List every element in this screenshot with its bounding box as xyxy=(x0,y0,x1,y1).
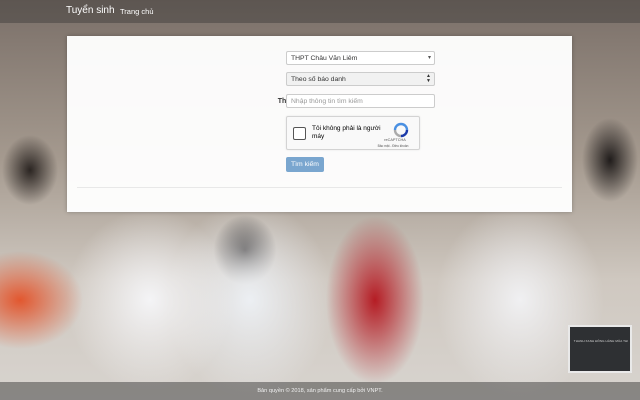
recaptcha-checkbox[interactable] xyxy=(293,127,306,140)
council-select-value: THPT Châu Văn Liêm xyxy=(291,55,358,62)
lookup-by-select[interactable]: Theo số báo danh ▲ ▼ xyxy=(286,72,435,86)
divider xyxy=(77,187,562,188)
recaptcha-brand: reCAPTCHA xyxy=(384,138,406,142)
footer: Bản quyền © 2018, sản phẩm cung cấp bởi … xyxy=(0,382,640,400)
brand-link[interactable]: Tuyển sinh xyxy=(66,5,115,16)
search-info-input[interactable]: Nhập thông tin tìm kiếm xyxy=(286,94,435,108)
lookup-by-select-value: Theo số báo danh xyxy=(291,76,346,83)
recaptcha-label: Tôi không phải là người máy xyxy=(312,125,381,140)
council-select[interactable]: THPT Châu Văn Liêm ▾ xyxy=(286,51,435,65)
corner-promo-widget[interactable]: THANH XANH ĐỒNG HÀNH MÙA THI xyxy=(568,325,632,373)
recaptcha-links[interactable]: Bảo mật - Điều khoản xyxy=(373,144,413,148)
updown-arrows-icon: ▲ ▼ xyxy=(426,73,431,84)
chevron-down-icon: ▾ xyxy=(427,55,431,61)
search-button[interactable]: Tìm kiếm xyxy=(286,157,324,172)
search-info-placeholder: Nhập thông tin tìm kiếm xyxy=(291,98,363,105)
promo-title: THANH XANH ĐỒNG HÀNH MÙA THI xyxy=(573,339,629,343)
copyright-text: Bản quyền © 2018, sản phẩm cung cấp bởi … xyxy=(257,388,383,394)
top-navbar: Tuyển sinh Trang chủ xyxy=(0,0,640,23)
recaptcha-widget: Tôi không phải là người máy reCAPTCHA Bả… xyxy=(286,116,420,150)
nav-link-home[interactable]: Trang chủ xyxy=(120,7,154,16)
